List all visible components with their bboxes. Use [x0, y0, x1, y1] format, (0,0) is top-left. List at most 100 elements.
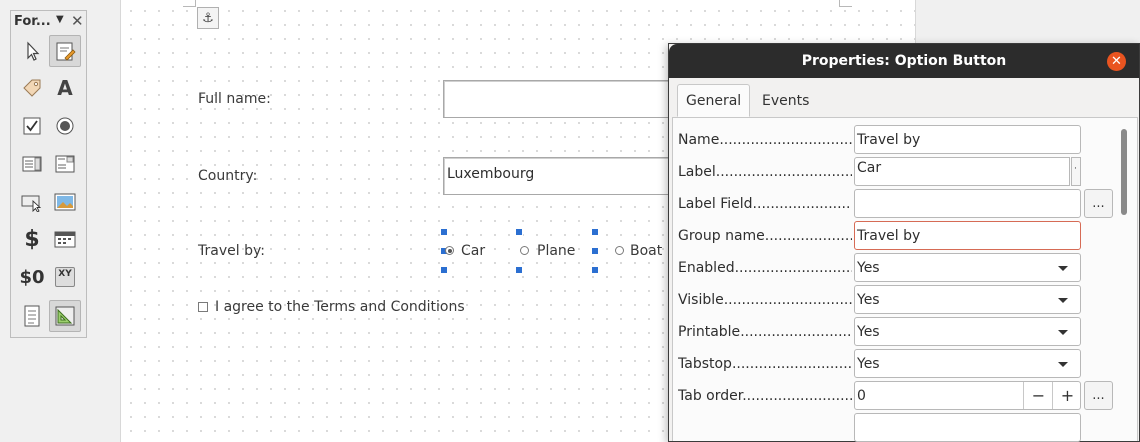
dots-label: ...	[1092, 196, 1105, 211]
full-name-input[interactable]	[443, 80, 673, 118]
group-name-value: Travel by	[857, 228, 921, 244]
prop-leader: ........................................	[719, 132, 852, 148]
chevron-down-icon	[1058, 266, 1068, 271]
form-design-tool-button[interactable]	[49, 300, 81, 332]
label-multiline-button[interactable]: ·	[1071, 157, 1081, 186]
option-boat-radio[interactable]	[615, 246, 624, 255]
selection-handle[interactable]	[591, 228, 599, 236]
selection-handle[interactable]	[515, 228, 523, 236]
toolbar-title[interactable]: For...	[14, 14, 51, 29]
toolbar-menu-arrow-icon[interactable]: ▼	[56, 14, 64, 25]
printable-value: Yes	[857, 324, 880, 340]
image-button-icon	[54, 193, 76, 211]
checkbox-tool-button[interactable]	[16, 110, 48, 142]
prop-leader: ........................................	[742, 388, 852, 404]
country-input[interactable]: Luxembourg	[443, 157, 673, 195]
date-field-icon	[54, 231, 76, 248]
prop-label-label: Label...................................…	[678, 164, 852, 180]
option-car-label: Car	[461, 243, 486, 259]
full-name-label: Full name:	[198, 91, 271, 107]
prop-label-text: Label	[678, 164, 716, 180]
prop-visible-label: Visible.................................…	[678, 292, 852, 308]
numeric-field-tool-button[interactable]: $0	[16, 261, 48, 293]
selection-handle[interactable]	[591, 266, 599, 274]
design-mode-icon	[56, 42, 76, 61]
terms-checkbox[interactable]	[198, 302, 208, 312]
label-field-input[interactable]	[854, 189, 1081, 218]
prop-tabstop-text: Tabstop	[678, 356, 732, 372]
formatted-field-icon: $	[24, 226, 40, 252]
option-plane-radio[interactable]	[520, 246, 529, 255]
option-boat-label: Boat	[630, 243, 663, 259]
combo-box-tool-button[interactable]	[49, 148, 81, 180]
country-label: Country:	[198, 168, 258, 184]
tabstop-value: Yes	[857, 356, 880, 372]
prop-visible-text: Visible	[678, 292, 724, 308]
visible-value: Yes	[857, 292, 880, 308]
name-field[interactable]: Travel by	[854, 125, 1081, 154]
prop-enabled-label: Enabled.................................…	[678, 260, 852, 276]
plus-icon: +	[1060, 386, 1075, 405]
option-car-radio[interactable]	[445, 246, 454, 255]
prop-leader: ........................................	[715, 164, 852, 180]
prop-group-name-label: Group name..............................…	[678, 228, 852, 244]
prop-printable-text: Printable	[678, 324, 741, 340]
group-name-field[interactable]: Travel by	[854, 221, 1081, 250]
prop-leader: ........................................	[752, 196, 852, 212]
visible-select[interactable]: Yes	[854, 285, 1081, 314]
pattern-field-glyph: XY	[58, 269, 72, 279]
option-button-tool-button[interactable]	[49, 110, 81, 142]
country-value: Luxembourg	[447, 166, 535, 182]
prop-enabled-text: Enabled	[678, 260, 735, 276]
prop-name-label: Name....................................…	[678, 132, 852, 148]
form-properties-tool-button[interactable]	[16, 300, 48, 332]
form-properties-icon	[24, 305, 40, 327]
prop-name-text: Name	[678, 132, 720, 148]
selection-handle[interactable]	[515, 266, 523, 274]
option-button-icon	[56, 117, 74, 135]
form-controls-toolbar: For... ▼ ✕ A $ $0 XY	[10, 10, 87, 338]
decrement-button[interactable]: −	[1023, 382, 1053, 409]
pattern-field-tool-button[interactable]: XY	[49, 261, 81, 293]
chevron-down-icon	[1058, 362, 1068, 367]
selection-handle[interactable]	[591, 247, 599, 255]
chevron-down-icon	[1058, 330, 1068, 335]
terms-label: I agree to the Terms and Conditions	[215, 299, 465, 315]
toolbar-close-icon[interactable]: ✕	[71, 12, 84, 30]
increment-button[interactable]: +	[1052, 382, 1082, 409]
tabstop-select[interactable]: Yes	[854, 349, 1081, 378]
list-box-icon	[22, 156, 42, 172]
prop-leader: ........................................	[731, 356, 852, 372]
tab-order-spinner[interactable]: 0 − +	[854, 381, 1081, 410]
prop-printable-label: Printable...............................…	[678, 324, 852, 340]
travel-by-label: Travel by:	[198, 243, 265, 259]
push-button-tool-button[interactable]	[16, 186, 48, 218]
tab-order-browse-button[interactable]: ...	[1084, 381, 1113, 410]
image-button-tool-button[interactable]	[49, 186, 81, 218]
tab-order-value: 0	[857, 388, 866, 404]
selection-handle[interactable]	[440, 266, 448, 274]
design-mode-button[interactable]	[49, 35, 81, 67]
dots-vertical-icon: ·	[1074, 164, 1077, 174]
text-box-tool-button[interactable]: A	[49, 72, 81, 104]
label-field-browse-button[interactable]: ...	[1084, 189, 1113, 218]
dialog-scrollbar[interactable]	[1121, 129, 1127, 215]
printable-select[interactable]: Yes	[854, 317, 1081, 346]
enabled-select[interactable]: Yes	[854, 253, 1081, 282]
properties-grid: Name....................................…	[669, 43, 1139, 442]
dots-label: ...	[1092, 388, 1105, 403]
date-field-tool-button[interactable]	[49, 223, 81, 255]
combo-box-icon	[55, 155, 75, 173]
checkbox-icon	[23, 117, 41, 135]
next-property-field[interactable]	[854, 413, 1081, 442]
label-tool-button[interactable]	[16, 72, 48, 104]
minus-icon: −	[1031, 386, 1046, 405]
push-button-icon	[21, 195, 42, 212]
select-tool-button[interactable]	[16, 35, 48, 67]
anchor-icon[interactable]: ⚓	[197, 7, 219, 29]
label-field[interactable]: Car	[854, 157, 1070, 186]
formatted-field-tool-button[interactable]: $	[16, 223, 48, 255]
prop-leader: ........................................	[740, 324, 852, 340]
list-box-tool-button[interactable]	[16, 148, 48, 180]
selection-handle[interactable]	[440, 228, 448, 236]
